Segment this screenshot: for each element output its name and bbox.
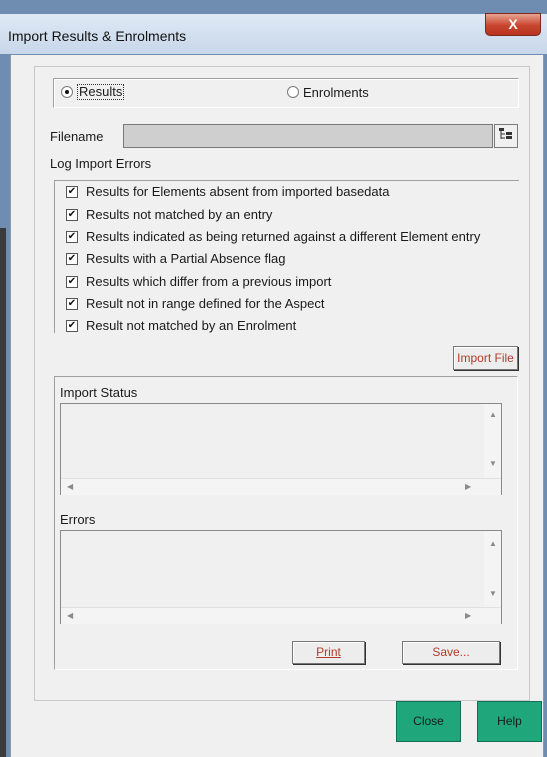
checkmark-icon[interactable]: ✔: [66, 253, 78, 265]
scroll-left-arrow-icon[interactable]: ◀: [67, 611, 73, 620]
import-file-button[interactable]: Import File: [453, 346, 518, 370]
results-radio[interactable]: [61, 86, 73, 98]
scroll-down-arrow-icon[interactable]: ▼: [489, 589, 497, 598]
checkmark-icon[interactable]: ✔: [66, 209, 78, 221]
import-status-hscrollbar[interactable]: ◀ ▶: [61, 478, 501, 495]
checkbox-not-matched-entry[interactable]: ✔: [66, 209, 78, 221]
checkbox-label[interactable]: Results for Elements absent from importe…: [86, 184, 389, 199]
checkmark-icon[interactable]: ✔: [66, 298, 78, 310]
checkbox-partial-absence[interactable]: ✔: [66, 253, 78, 265]
close-window-button[interactable]: X: [485, 13, 541, 36]
filename-label: Filename: [50, 129, 104, 144]
folder-tree-icon: [499, 125, 513, 147]
log-errors-heading: Log Import Errors: [50, 156, 152, 171]
checkbox-label[interactable]: Results which differ from a previous imp…: [86, 274, 331, 289]
checkbox-label[interactable]: Result not matched by an Enrolment: [86, 318, 296, 333]
checkbox-differ-previous[interactable]: ✔: [66, 276, 78, 288]
checkmark-icon[interactable]: ✔: [66, 276, 78, 288]
print-button[interactable]: Print: [292, 641, 365, 664]
checkmark-icon[interactable]: ✔: [66, 186, 78, 198]
filename-input[interactable]: [123, 124, 493, 148]
scroll-down-arrow-icon[interactable]: ▼: [489, 459, 497, 468]
enrolments-radio-label[interactable]: Enrolments: [303, 85, 369, 100]
errors-hscrollbar[interactable]: ◀ ▶: [61, 607, 501, 624]
enrolments-radio[interactable]: [287, 86, 299, 98]
scroll-right-arrow-icon[interactable]: ▶: [465, 482, 471, 491]
errors-vscrollbar[interactable]: ▲ ▼: [484, 531, 501, 607]
scroll-up-arrow-icon[interactable]: ▲: [489, 410, 497, 419]
checkbox-not-in-range[interactable]: ✔: [66, 298, 78, 310]
import-status-textarea[interactable]: ▲ ▼ ◀ ▶: [60, 403, 502, 495]
scroll-left-arrow-icon[interactable]: ◀: [67, 482, 73, 491]
checkbox-label[interactable]: Result not in range defined for the Aspe…: [86, 296, 325, 311]
checkbox-label[interactable]: Results indicated as being returned agai…: [86, 229, 480, 244]
errors-label: Errors: [60, 512, 96, 527]
checkbox-label[interactable]: Results with a Partial Absence flag: [86, 251, 285, 266]
enrolments-radio-circle[interactable]: [287, 86, 299, 98]
import-status-vscrollbar[interactable]: ▲ ▼: [484, 404, 501, 478]
browse-button[interactable]: [494, 124, 518, 148]
import-status-label: Import Status: [60, 385, 138, 400]
checkbox-elements-absent[interactable]: ✔: [66, 186, 78, 198]
radio-selected-dot: [65, 90, 69, 94]
window-title: Import Results & Enrolments: [8, 28, 187, 44]
checkbox-not-matched-enrolment[interactable]: ✔: [66, 320, 78, 332]
save-button[interactable]: Save...: [402, 641, 500, 664]
results-radio-label[interactable]: Results: [77, 84, 125, 100]
scroll-up-arrow-icon[interactable]: ▲: [489, 539, 497, 548]
errors-textarea[interactable]: ▲ ▼ ◀ ▶: [60, 530, 502, 624]
checkmark-icon[interactable]: ✔: [66, 231, 78, 243]
checkmark-icon[interactable]: ✔: [66, 320, 78, 332]
scroll-right-arrow-icon[interactable]: ▶: [465, 611, 471, 620]
results-radio-circle[interactable]: [61, 86, 73, 98]
help-button[interactable]: Help: [477, 701, 542, 742]
background-strip: [0, 228, 6, 757]
checkbox-label[interactable]: Results not matched by an entry: [86, 207, 272, 222]
close-button[interactable]: Close: [396, 701, 461, 742]
checkbox-different-element[interactable]: ✔: [66, 231, 78, 243]
